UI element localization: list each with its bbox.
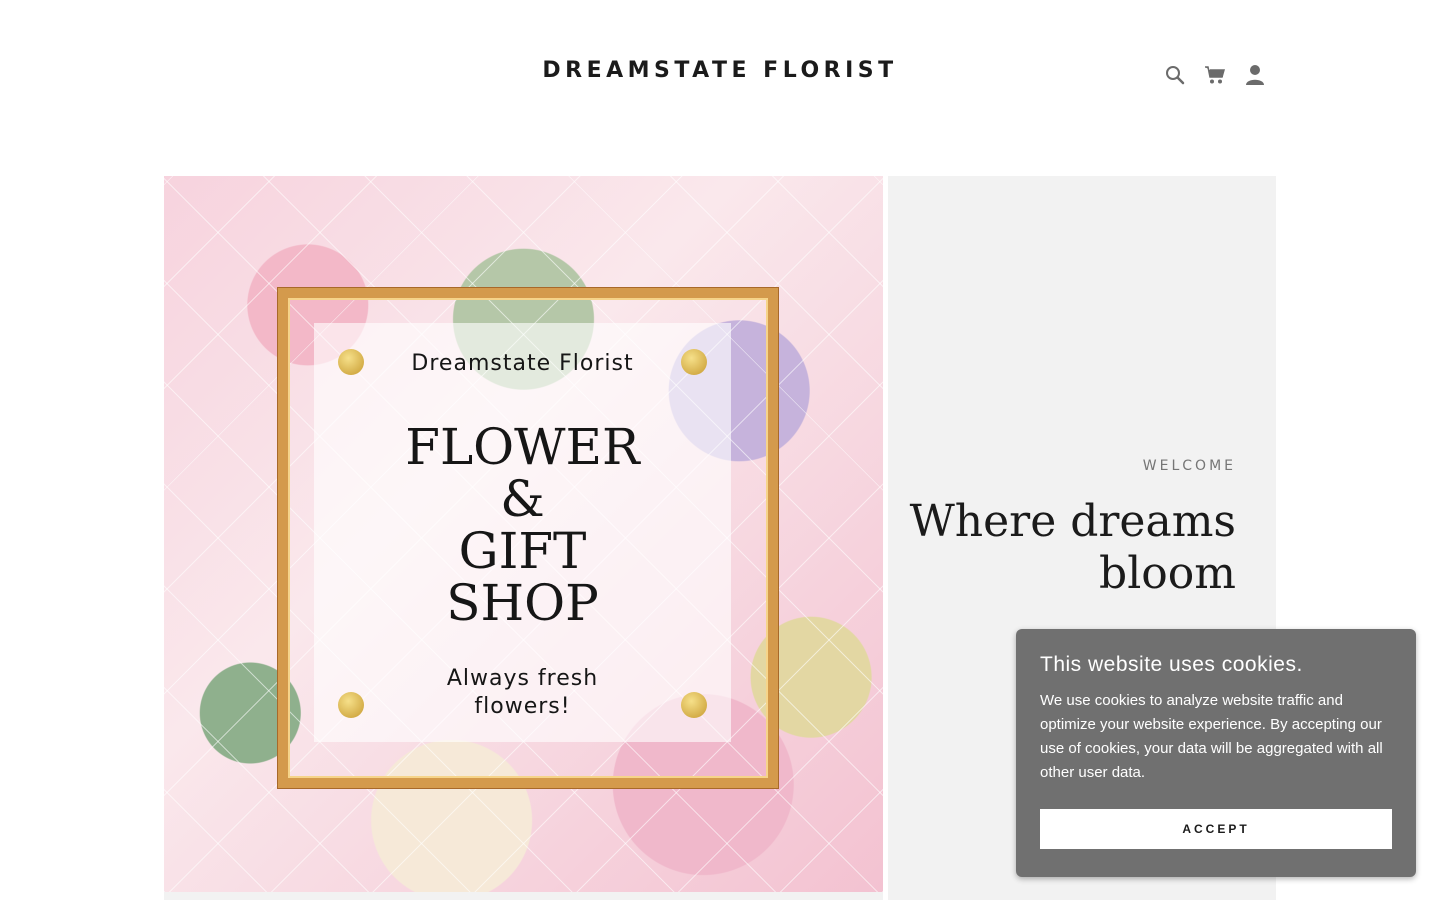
image-line: FLOWER	[405, 418, 640, 476]
cookie-banner: This website uses cookies. We use cookie…	[1016, 629, 1416, 877]
hero-image: Dreamstate Florist FLOWER & GIFT SHOP Al…	[164, 176, 883, 892]
hero-headline-line-1: Where dreams	[909, 496, 1236, 547]
image-tagline-line-1: Always fresh	[446, 666, 599, 691]
image-line: SHOP	[446, 574, 599, 632]
accept-cookies-button[interactable]: ACCEPT	[1040, 809, 1392, 849]
account-icon[interactable]	[1244, 62, 1266, 88]
cart-icon[interactable]	[1204, 62, 1226, 88]
cookie-text: We use cookies to analyze website traffi…	[1040, 692, 1383, 781]
search-icon[interactable]	[1164, 62, 1186, 88]
image-line: GIFT	[458, 522, 587, 580]
cookie-title: This website uses cookies.	[1040, 653, 1303, 676]
image-panel: Dreamstate Florist FLOWER & GIFT SHOP Al…	[314, 323, 731, 742]
site-header: DREAMSTATE FLORIST	[0, 0, 1440, 150]
welcome-eyebrow: WELCOME	[1142, 458, 1236, 474]
hero-headline: Where dreams bloom	[836, 496, 1236, 600]
image-brand-text: Dreamstate Florist	[411, 351, 634, 376]
header-icons	[1164, 62, 1266, 88]
image-tagline-line-2: flowers!	[474, 694, 571, 719]
hero-headline-line-2: bloom	[1099, 548, 1236, 599]
image-tagline: Always fresh flowers!	[314, 665, 731, 721]
image-line: &	[500, 470, 545, 528]
